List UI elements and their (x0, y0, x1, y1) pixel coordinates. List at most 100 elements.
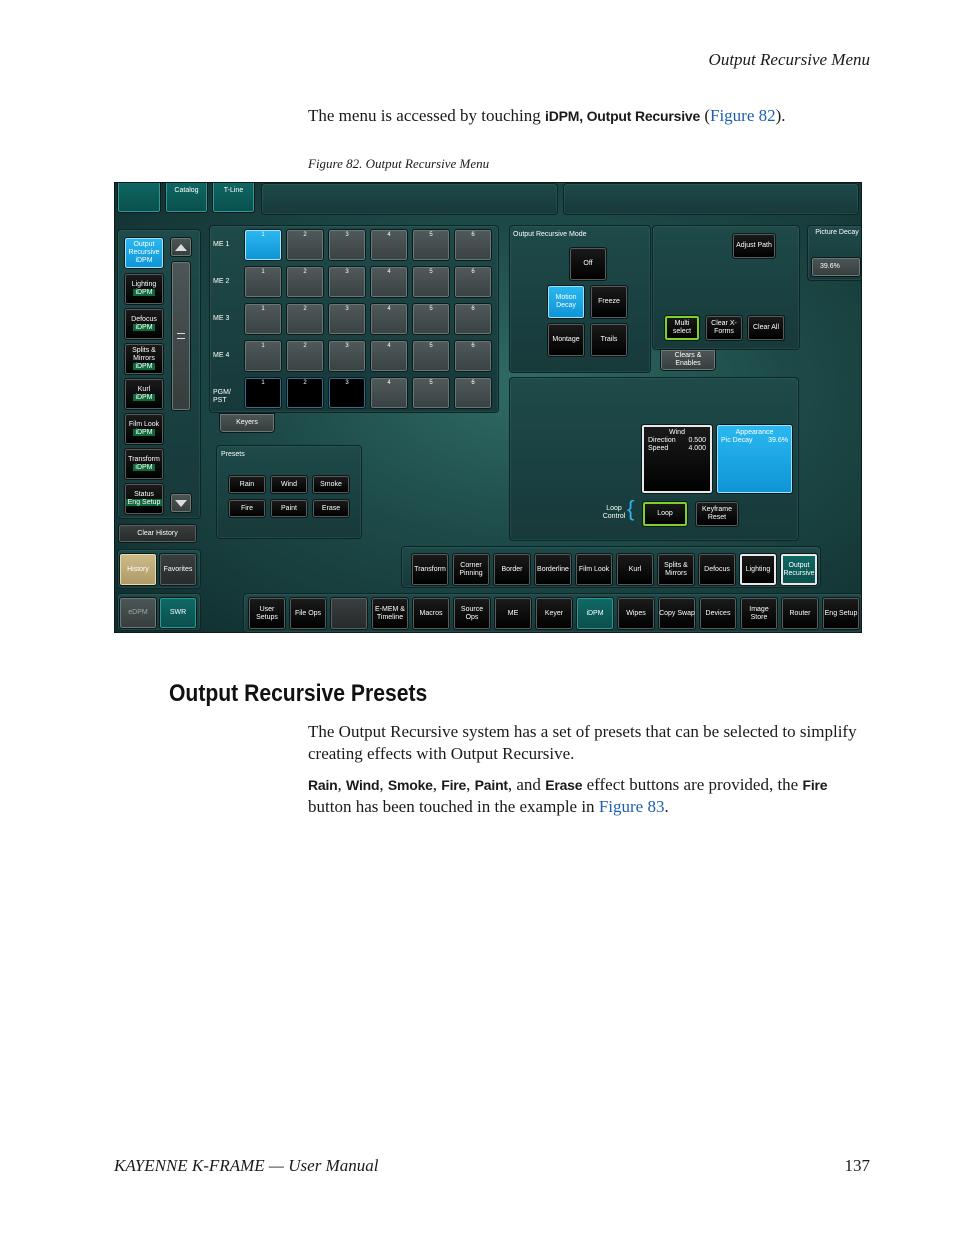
sidebar-item-status[interactable]: Status Eng Setup (124, 483, 164, 515)
main-menu-button[interactable]: User Setups (248, 597, 286, 630)
top-tab-blank[interactable] (117, 183, 161, 213)
mode-freeze-button[interactable]: Freeze (590, 285, 628, 319)
idpm-menu-button[interactable]: Transform (411, 553, 449, 586)
preset-paint-button[interactable]: Paint (270, 499, 308, 518)
idpm-menu-button[interactable]: Defocus (698, 553, 736, 586)
keyer-cell[interactable]: 3 (328, 266, 366, 298)
keyer-cell[interactable]: 1 (244, 229, 282, 261)
scroll-up-button[interactable] (170, 237, 192, 257)
mode-off-button[interactable]: Off (569, 247, 607, 281)
main-menu-button[interactable]: E-MEM & Timeline (371, 597, 409, 630)
history-button[interactable]: History (119, 553, 157, 586)
keyer-cell[interactable]: 3 (328, 303, 366, 335)
pic-decay-label: Pic Decay (721, 437, 753, 444)
keyer-cell[interactable]: 5 (412, 229, 450, 261)
idpm-menu-button[interactable]: Film Look (575, 553, 613, 586)
keyer-cell[interactable]: 2 (286, 340, 324, 372)
clear-xforms-button[interactable]: Clear X-Forms (705, 315, 743, 341)
keyer-cell[interactable]: 4 (370, 266, 408, 298)
idpm-menu-button[interactable]: Output Recursive (780, 553, 818, 586)
keyframe-reset-button[interactable]: Keyframe Reset (695, 501, 739, 527)
mode-montage-button[interactable]: Montage (547, 323, 585, 357)
keyer-cell[interactable]: 1 (244, 377, 282, 409)
preset-smoke-button[interactable]: Smoke (312, 475, 350, 494)
keyer-cell[interactable]: 6 (454, 377, 492, 409)
main-menu-button[interactable]: Wipes (617, 597, 655, 630)
main-menu-button[interactable]: ME (494, 597, 532, 630)
main-menu-button[interactable]: Image Store (740, 597, 778, 630)
sidebar-item-transform[interactable]: Transform iDPM (124, 448, 164, 480)
clear-history-button[interactable]: Clear History (118, 524, 197, 543)
idpm-menu-button[interactable]: Kurl (616, 553, 654, 586)
main-menu-button[interactable]: iDPM (576, 597, 614, 630)
keyer-cell[interactable]: 6 (454, 266, 492, 298)
main-menu-button[interactable]: Router (781, 597, 819, 630)
clear-all-button[interactable]: Clear All (747, 315, 785, 341)
sidebar-item-film-look[interactable]: Film Look iDPM (124, 413, 164, 445)
adjust-path-button[interactable]: Adjust Path (732, 233, 776, 259)
main-menu-button[interactable]: Keyer (535, 597, 573, 630)
main-menu-button[interactable]: Source Ops (453, 597, 491, 630)
favorites-button[interactable]: Favorites (159, 553, 197, 586)
sidebar-item-output-recursive[interactable]: Output Recursive iDPM (124, 237, 164, 269)
keyer-cell[interactable]: 6 (454, 303, 492, 335)
keyer-cell[interactable]: 4 (370, 377, 408, 409)
keyer-cell[interactable]: 5 (412, 266, 450, 298)
edpm-button[interactable]: eDPM (119, 597, 157, 629)
loop-button[interactable]: Loop (642, 501, 688, 527)
swr-button[interactable]: SWR (159, 597, 197, 629)
figure-83-link[interactable]: Figure 83 (599, 797, 665, 816)
keyer-cell[interactable]: 4 (370, 340, 408, 372)
scroll-down-button[interactable] (170, 493, 192, 513)
keyer-cell[interactable]: 2 (286, 377, 324, 409)
keyer-cell[interactable]: 2 (286, 303, 324, 335)
wind-parameters-box[interactable]: Wind Direction 0.500 Speed 4.000 (641, 424, 713, 494)
preset-fire-button[interactable]: Fire (228, 499, 266, 518)
sidebar-item-defocus[interactable]: Defocus iDPM (124, 308, 164, 340)
multi-select-button[interactable]: Multi select (664, 315, 700, 341)
appearance-parameters-box[interactable]: Appearance Pic Decay 39.6% (716, 424, 793, 494)
main-menu-button[interactable]: Devices (699, 597, 737, 630)
keyer-cell[interactable]: 5 (412, 303, 450, 335)
figure-82-link[interactable]: Figure 82 (710, 106, 776, 125)
keyer-cell[interactable]: 1 (244, 340, 282, 372)
keyer-cell[interactable]: 5 (412, 340, 450, 372)
idpm-menu-button[interactable]: Splits & Mirrors (657, 553, 695, 586)
idpm-menu-button[interactable]: Corner Pinning (452, 553, 490, 586)
keyer-cell[interactable]: 2 (286, 266, 324, 298)
scroll-track[interactable] (171, 261, 191, 411)
keyer-cell-number: 4 (387, 343, 391, 349)
picture-decay-value-field[interactable]: 39.6% (811, 257, 861, 277)
main-menu-button[interactable]: Copy Swap (658, 597, 696, 630)
keyer-cell[interactable]: 6 (454, 340, 492, 372)
preset-rain-button[interactable]: Rain (228, 475, 266, 494)
main-menu-button[interactable] (330, 597, 368, 630)
tab-t-line[interactable]: T-Line (212, 183, 255, 213)
mode-motion-decay-button[interactable]: Motion Decay (547, 285, 585, 319)
main-menu-button[interactable]: Eng Setup (822, 597, 860, 630)
keyer-cell[interactable]: 2 (286, 229, 324, 261)
main-menu-button[interactable]: File Ops (289, 597, 327, 630)
keyer-cell[interactable]: 4 (370, 303, 408, 335)
mode-trails-button[interactable]: Trails (590, 323, 628, 357)
sidebar-item-lighting[interactable]: Lighting iDPM (124, 273, 164, 305)
keyers-tab[interactable]: Keyers (219, 413, 275, 433)
keyer-cell[interactable]: 3 (328, 340, 366, 372)
tab-catalog[interactable]: Catalog (165, 183, 208, 213)
keyer-cell[interactable]: 1 (244, 266, 282, 298)
sidebar-item-kurl[interactable]: Kurl iDPM (124, 378, 164, 410)
keyer-cell[interactable]: 4 (370, 229, 408, 261)
clears-enables-tab[interactable]: Clears & Enables (660, 349, 716, 371)
preset-erase-button[interactable]: Erase (312, 499, 350, 518)
idpm-menu-button[interactable]: Borderline (534, 553, 572, 586)
idpm-menu-button[interactable]: Border (493, 553, 531, 586)
idpm-menu-button[interactable]: Lighting (739, 553, 777, 586)
main-menu-button[interactable]: Macros (412, 597, 450, 630)
keyer-cell[interactable]: 1 (244, 303, 282, 335)
sidebar-item-splits-mirrors[interactable]: Splits & Mirrors iDPM (124, 343, 164, 375)
keyer-cell[interactable]: 3 (328, 229, 366, 261)
keyer-cell[interactable]: 5 (412, 377, 450, 409)
keyer-cell[interactable]: 3 (328, 377, 366, 409)
keyer-cell[interactable]: 6 (454, 229, 492, 261)
preset-wind-button[interactable]: Wind (270, 475, 308, 494)
